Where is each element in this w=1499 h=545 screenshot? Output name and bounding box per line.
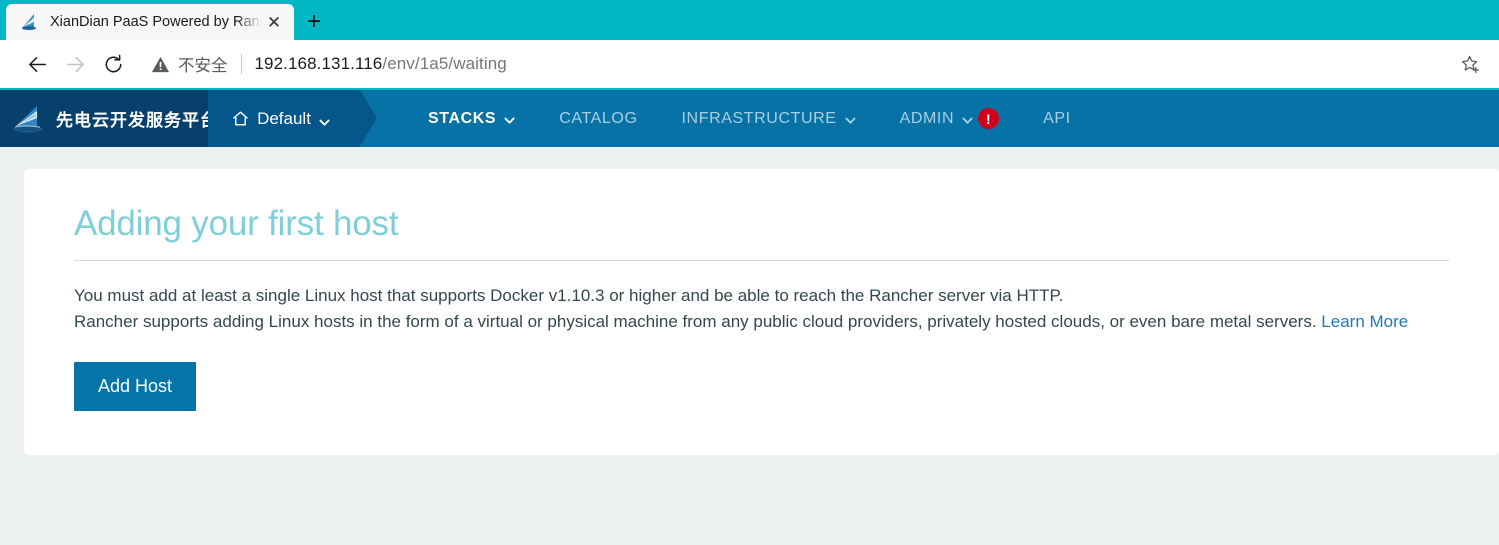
nav-item-label: API: [1043, 109, 1071, 127]
reload-button[interactable]: [94, 45, 132, 83]
description-text: You must add at least a single Linux hos…: [24, 283, 1499, 335]
app-navbar: 先电云开发服务平台 Default STACKS CATALOG INFRAST…: [0, 90, 1499, 147]
close-icon[interactable]: ✕: [262, 10, 286, 34]
address-bar[interactable]: 不安全 192.168.131.116/env/1a5/waiting: [150, 47, 1453, 81]
new-tab-button[interactable]: +: [294, 4, 334, 40]
nav-item-infrastructure[interactable]: INFRASTRUCTURE: [660, 90, 878, 147]
nav-item-catalog[interactable]: CATALOG: [537, 90, 659, 147]
admin-alert-badge[interactable]: !: [978, 108, 1000, 129]
nav-item-api[interactable]: API: [1021, 90, 1093, 147]
nav-item-label: STACKS: [428, 109, 497, 127]
nav-item-label: CATALOG: [559, 109, 638, 127]
learn-more-link[interactable]: Learn More: [1321, 312, 1408, 331]
nav-item-label: INFRASTRUCTURE: [681, 109, 837, 127]
security-status-label: 不安全: [178, 57, 228, 75]
browser-tab-strip: XianDian PaaS Powered by Ranch ✕ +: [0, 0, 1499, 40]
back-button[interactable]: [18, 45, 56, 83]
url-path: /env/1a5/waiting: [382, 54, 507, 73]
title-divider: [74, 259, 1449, 261]
description-line-1: You must add at least a single Linux hos…: [74, 285, 1064, 305]
warning-triangle-icon: [150, 55, 170, 74]
page-body: Adding your first host You must add at l…: [0, 147, 1499, 535]
rancher-sail-favicon: [20, 12, 40, 32]
add-host-card: Adding your first host You must add at l…: [24, 169, 1499, 455]
browser-tab-title: XianDian PaaS Powered by Ranch: [50, 14, 262, 30]
environment-label: Default: [257, 108, 311, 128]
chevron-down-icon: [319, 113, 330, 126]
chevron-down-icon: [845, 113, 856, 124]
page-title: Adding your first host: [74, 204, 399, 243]
chevron-down-icon: [504, 113, 515, 124]
forward-button: [56, 45, 94, 83]
chevron-down-icon: [962, 113, 973, 124]
environment-selector[interactable]: Default: [208, 90, 377, 147]
nav-item-admin[interactable]: ADMIN !: [878, 90, 1022, 147]
brand-title: 先电云开发服务平台: [56, 111, 218, 130]
nav-item-label: ADMIN: [899, 109, 955, 127]
primary-nav: STACKS CATALOG INFRASTRUCTURE ADMIN ! AP…: [360, 90, 1093, 147]
browser-tab[interactable]: XianDian PaaS Powered by Ranch ✕: [6, 4, 294, 40]
description-line-2: Rancher supports adding Linux hosts in t…: [74, 309, 1499, 335]
star-plus-icon[interactable]: [1453, 47, 1487, 81]
description-line-2-text: Rancher supports adding Linux hosts in t…: [74, 311, 1317, 331]
home-icon: [232, 110, 249, 127]
omnibox-separator: [240, 54, 242, 74]
url-host: 192.168.131.116: [254, 54, 383, 73]
add-host-button[interactable]: Add Host: [74, 361, 197, 411]
url-text: 192.168.131.116/env/1a5/waiting: [255, 54, 507, 74]
xiandian-sail-logo: [10, 102, 50, 136]
browser-toolbar: 不安全 192.168.131.116/env/1a5/waiting: [0, 40, 1499, 90]
nav-item-stacks[interactable]: STACKS: [406, 90, 537, 147]
brand-area[interactable]: 先电云开发服务平台: [0, 90, 217, 147]
